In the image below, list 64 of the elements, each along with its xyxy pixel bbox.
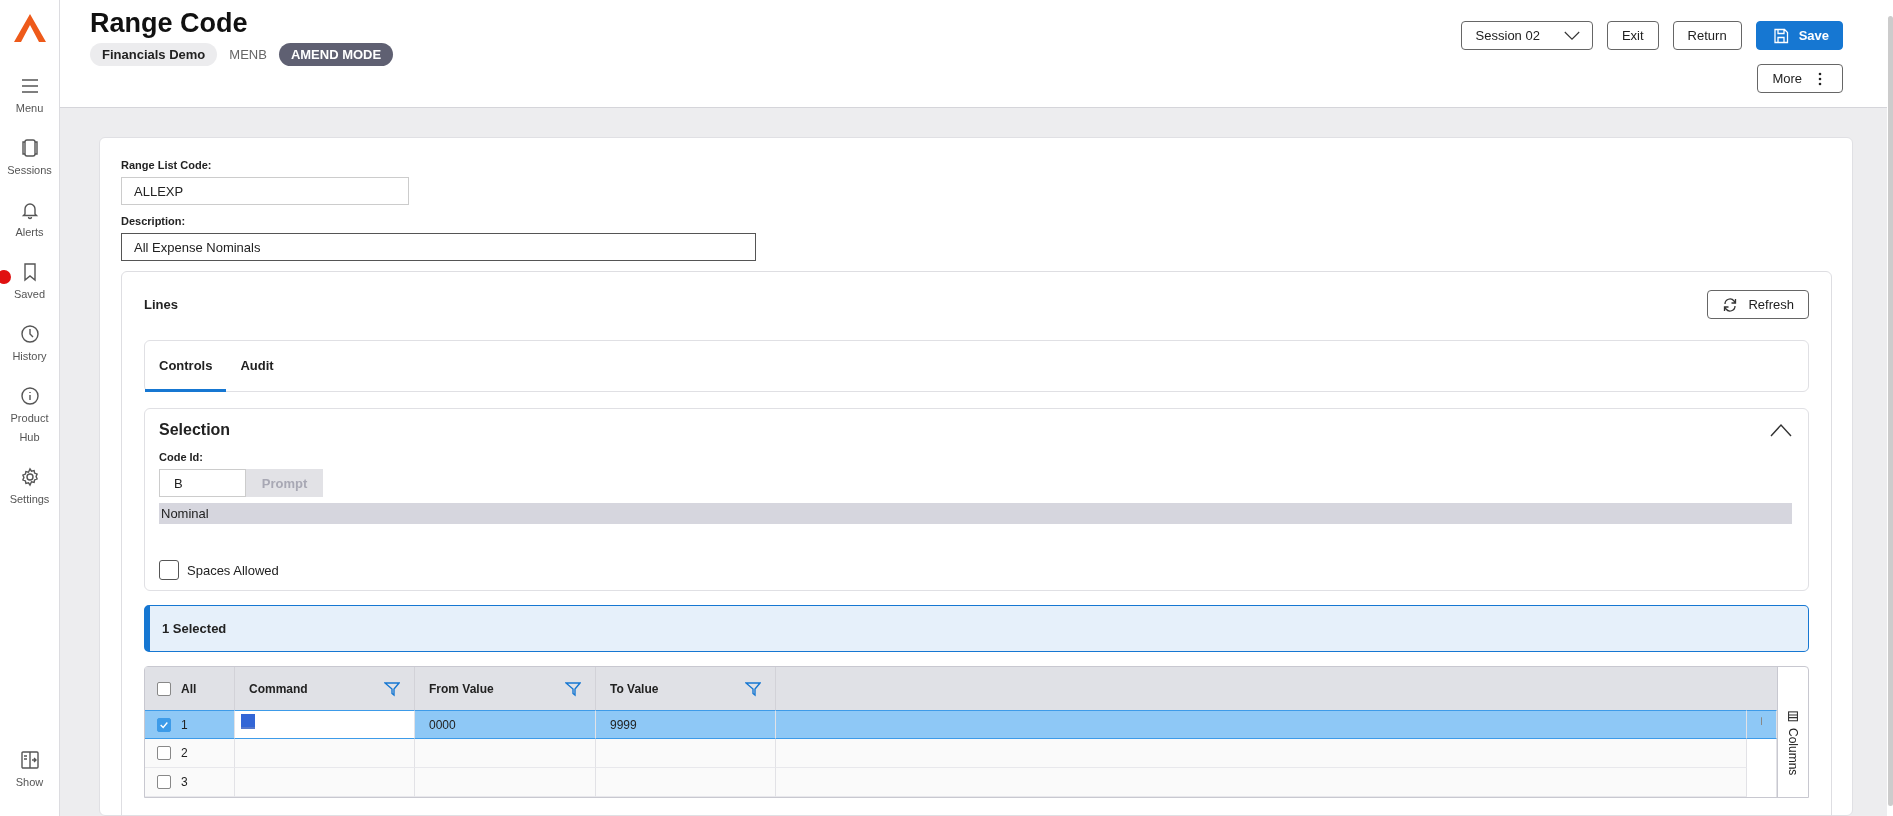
tab[interactable]: Audit: [226, 341, 288, 392]
columns-icon: [1785, 711, 1801, 722]
sidebar-item[interactable]: Menu: [0, 76, 59, 118]
filter-icon[interactable]: [384, 680, 400, 697]
checkbox[interactable]: [157, 775, 171, 789]
input-field[interactable]: All Expense Nominals: [121, 233, 756, 261]
column-header: Command: [249, 681, 308, 696]
bell-icon: [19, 200, 40, 220]
checkbox-label: Spaces Allowed: [187, 562, 279, 578]
scrollbar-thumb[interactable]: [1761, 717, 1762, 725]
save-button[interactable]: Save: [1755, 21, 1843, 50]
menu-code: MENB: [229, 47, 267, 62]
table-cell: 9999: [596, 710, 776, 739]
menu-icon: [19, 76, 40, 96]
table-cell: 0000: [415, 710, 596, 739]
more-button[interactable]: More: [1757, 64, 1843, 93]
input-field[interactable]: ALLEXP: [121, 177, 409, 205]
checkbox[interactable]: [157, 717, 171, 732]
columns-button[interactable]: Columns: [1785, 711, 1801, 775]
refresh-button[interactable]: Refresh: [1707, 290, 1809, 319]
checkbox[interactable]: [157, 746, 171, 760]
row-number: 2: [181, 746, 188, 760]
filter-icon[interactable]: [745, 680, 761, 697]
section-title: Lines: [144, 297, 178, 312]
sidebar-item[interactable]: Show: [0, 750, 59, 792]
field-label: Code Id:: [159, 451, 204, 463]
column-header: All: [181, 681, 197, 696]
tab[interactable]: Controls: [145, 341, 227, 392]
checkmark-icon: [159, 719, 169, 730]
session-dropdown[interactable]: Session 02: [1460, 21, 1593, 50]
sidebar-item[interactable]: Alerts: [0, 200, 59, 242]
column-header: To Value: [610, 681, 659, 696]
row-number: 3: [181, 775, 188, 789]
refresh-icon: [1722, 296, 1739, 313]
sidebar-item[interactable]: Sessions: [0, 138, 59, 180]
settings-icon: [19, 467, 40, 487]
checkbox[interactable]: [157, 681, 171, 696]
input-field[interactable]: B: [159, 469, 246, 497]
action-button[interactable]: Exit: [1606, 21, 1659, 50]
checkbox[interactable]: [159, 560, 179, 580]
selection-banner: 1 Selected: [144, 605, 1809, 652]
logo-icon: [13, 14, 46, 42]
sidebar-toggle-icon: [19, 750, 40, 770]
filter-icon[interactable]: [565, 680, 581, 697]
field-label: Description:: [121, 215, 187, 227]
page-title: Range Code: [90, 8, 249, 39]
sidebar-item[interactable]: Product Hub: [0, 386, 59, 447]
clock-icon: [19, 324, 40, 344]
cell-editor[interactable]: [235, 710, 415, 739]
field-label: Range List Code:: [121, 159, 213, 171]
company-tag: Financials Demo: [90, 43, 218, 66]
sidebar-item[interactable]: Saved: [0, 262, 59, 304]
description-text: Nominal: [159, 503, 1792, 524]
info-icon: [19, 386, 40, 406]
column-header: From Value: [429, 681, 494, 696]
mode-badge: AMEND MODE: [278, 43, 394, 66]
scrollbar[interactable]: [1888, 16, 1893, 806]
section-title: Selection: [159, 421, 231, 439]
panels-icon: [19, 138, 40, 158]
chevron-up-icon[interactable]: [1770, 423, 1792, 437]
sidebar-item[interactable]: Settings: [0, 467, 59, 509]
row-number: 1: [181, 717, 188, 732]
action-button[interactable]: Return: [1672, 21, 1742, 50]
sidebar-item[interactable]: History: [0, 324, 59, 366]
